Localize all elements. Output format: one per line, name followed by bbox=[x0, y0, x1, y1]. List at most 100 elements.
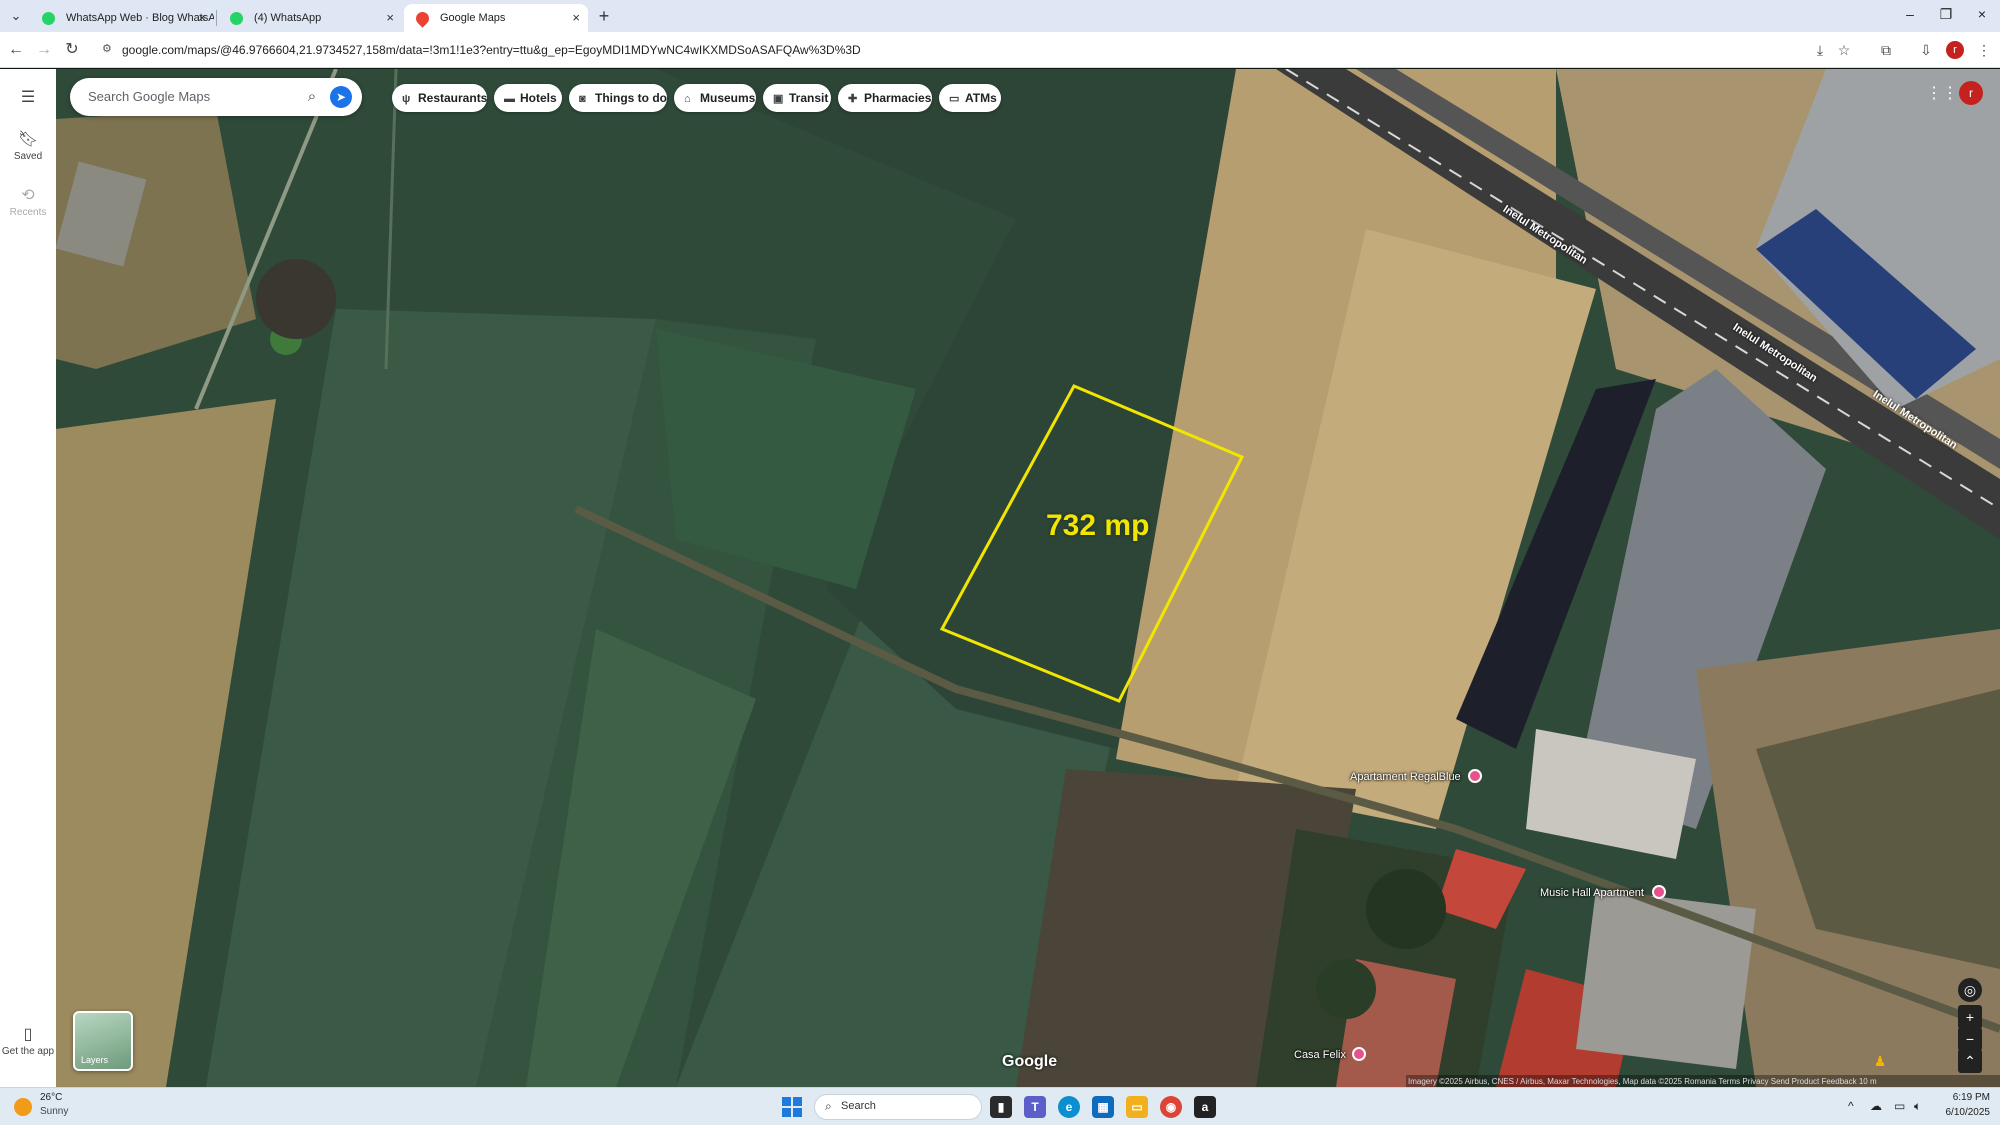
chip-transit[interactable]: ▣ Transit bbox=[763, 84, 831, 112]
get-app-button[interactable]: ▯ Get the app bbox=[0, 1024, 56, 1057]
google-apps-icon[interactable]: ⋮⋮ bbox=[1926, 83, 1958, 103]
browser-toolbar: ← → ↻ ⚙ google.com/maps/@46.9766604,21.9… bbox=[0, 32, 2000, 68]
close-tab-icon[interactable]: × bbox=[386, 4, 394, 32]
saved-label: Saved bbox=[13, 151, 43, 162]
chip-label: Hotels bbox=[520, 91, 557, 105]
tab-divider bbox=[216, 10, 217, 26]
taskbar-search-label: Search bbox=[841, 1100, 876, 1112]
menu-hamburger-icon[interactable]: ☰ bbox=[0, 87, 56, 109]
plot-area-label: 732 mp bbox=[1046, 509, 1150, 542]
whatsapp-icon bbox=[230, 12, 243, 25]
layers-label: Layers bbox=[81, 1055, 109, 1065]
poi-label: Casa Felix bbox=[1294, 1049, 1346, 1061]
get-app-label: Get the app bbox=[1, 1046, 55, 1057]
search-icon[interactable]: ⌕ bbox=[302, 87, 322, 107]
store-icon[interactable]: ▦ bbox=[1092, 1096, 1114, 1118]
tab-whatsapp[interactable]: (4) WhatsApp × bbox=[218, 4, 402, 32]
whatsapp-icon bbox=[42, 12, 55, 25]
tray-chevron-icon[interactable]: ^ bbox=[1848, 1099, 1854, 1113]
extensions-icon[interactable]: ⧉ bbox=[1876, 40, 1896, 60]
edge-icon[interactable]: e bbox=[1058, 1096, 1080, 1118]
directions-icon[interactable]: ➤ bbox=[330, 86, 352, 108]
weather-temp: 26°C bbox=[40, 1092, 63, 1103]
address-bar[interactable]: ⚙ google.com/maps/@46.9766604,21.9734527… bbox=[92, 36, 1818, 64]
network-icon[interactable]: ☁ bbox=[1870, 1099, 1882, 1113]
my-location-icon[interactable]: ◎ bbox=[1958, 978, 1982, 1002]
tab-google-maps[interactable]: Google Maps × bbox=[404, 4, 588, 32]
pegman-icon[interactable]: ♟ bbox=[1868, 1049, 1892, 1073]
map-canvas[interactable]: 732 mp Inelul Metropolitan Inelul Metrop… bbox=[56, 69, 2000, 1087]
amazon-icon[interactable]: a bbox=[1194, 1096, 1216, 1118]
downloads-icon[interactable]: ⇩ bbox=[1916, 40, 1936, 60]
tab-search-chevron-icon[interactable]: ⌄ bbox=[6, 6, 26, 26]
hotel-pin-icon[interactable] bbox=[1468, 769, 1482, 783]
tab-whatsapp-blog[interactable]: WhatsApp Web · Blog WhatsAp × bbox=[30, 4, 214, 32]
browser-tab-strip: ⌄ WhatsApp Web · Blog WhatsAp × (4) What… bbox=[0, 0, 2000, 32]
taskbar-search[interactable]: ⌕ Search bbox=[814, 1094, 982, 1120]
new-tab-button[interactable]: + bbox=[592, 4, 616, 28]
chip-hotels[interactable]: ▬ Hotels bbox=[494, 84, 562, 112]
teams-icon[interactable]: T bbox=[1024, 1096, 1046, 1118]
tab-title: Google Maps bbox=[440, 12, 506, 24]
chip-label: Restaurants bbox=[418, 91, 488, 105]
saved-button[interactable]: 🔖︎ Saved bbox=[0, 129, 56, 162]
chip-atms[interactable]: ▭ ATMs bbox=[939, 84, 1001, 112]
maps-side-rail: ☰ 🔖︎ Saved ⟲ Recents ▯ Get the app bbox=[0, 69, 56, 1087]
forward-arrow-icon[interactable]: → bbox=[34, 40, 54, 60]
chip-museums[interactable]: ⌂ Museums bbox=[674, 84, 756, 112]
zoom-out-button[interactable]: − bbox=[1958, 1027, 1982, 1051]
layers-button[interactable]: Layers bbox=[73, 1011, 133, 1071]
windows-start-icon[interactable] bbox=[782, 1097, 802, 1117]
hotel-pin-icon[interactable] bbox=[1652, 885, 1666, 899]
more-menu-icon[interactable]: ⋮ bbox=[1974, 40, 1994, 60]
satellite-imagery bbox=[56, 69, 2000, 1087]
search-input[interactable]: Search Google Maps bbox=[88, 78, 210, 116]
bookmark-star-icon[interactable]: ☆ bbox=[1834, 40, 1854, 60]
recents-label: Recents bbox=[9, 207, 47, 218]
restore-icon[interactable]: ❐ bbox=[1936, 6, 1956, 23]
chip-restaurants[interactable]: ψ Restaurants bbox=[392, 84, 487, 112]
hotel-pin-icon[interactable] bbox=[1352, 1047, 1366, 1061]
file-explorer-icon[interactable]: ▭ bbox=[1126, 1096, 1148, 1118]
task-view-icon[interactable]: ▮ bbox=[990, 1096, 1012, 1118]
chip-pharmacies[interactable]: ✚ Pharmacies bbox=[838, 84, 932, 112]
chip-things-to-do[interactable]: ◙ Things to do bbox=[569, 84, 667, 112]
windows-taskbar: 26°C Sunny ⌕ Search ▮ T e ▦ ▭ ◉ a ^ ☁ ▭ … bbox=[0, 1087, 2000, 1125]
display-icon[interactable]: ▭ bbox=[1894, 1099, 1905, 1113]
poi-music-hall-apartment[interactable]: Music Hall Apartment bbox=[1540, 887, 1644, 899]
install-app-icon[interactable]: ⤓ bbox=[1810, 40, 1830, 60]
chrome-icon[interactable]: ◉ bbox=[1160, 1096, 1182, 1118]
poi-casa-felix[interactable]: Casa Felix bbox=[1294, 1049, 1346, 1061]
maps-pin-icon bbox=[413, 9, 432, 28]
volume-icon[interactable]: 🔈︎ bbox=[1914, 1099, 1921, 1114]
chip-label: Things to do bbox=[595, 91, 667, 105]
weather-desc: Sunny bbox=[40, 1106, 69, 1117]
google-logo: Google bbox=[1002, 1053, 1058, 1070]
pharmacy-icon: ✚ bbox=[848, 93, 858, 105]
search-box[interactable]: Search Google Maps ⌕ ➤ bbox=[70, 78, 362, 116]
phone-icon: ▯ bbox=[23, 1026, 33, 1043]
clock-time[interactable]: 6:19 PM bbox=[1940, 1092, 1990, 1103]
clock-date[interactable]: 6/10/2025 bbox=[1930, 1107, 1991, 1118]
zoom-in-button[interactable]: + bbox=[1958, 1005, 1982, 1029]
poi-label: Apartament RegalBlue bbox=[1350, 771, 1461, 783]
museum-icon: ⌂ bbox=[684, 93, 691, 105]
close-tab-icon[interactable]: × bbox=[198, 4, 206, 32]
profile-avatar[interactable]: r bbox=[1946, 41, 1964, 59]
search-icon: ⌕ bbox=[825, 1099, 832, 1113]
back-arrow-icon[interactable]: ← bbox=[6, 40, 26, 60]
account-avatar[interactable]: r bbox=[1959, 81, 1983, 105]
bus-icon: ▣ bbox=[773, 93, 784, 105]
reload-icon[interactable]: ↻ bbox=[62, 40, 82, 60]
chip-label: Museums bbox=[700, 91, 756, 105]
bookmark-icon: 🔖︎ bbox=[17, 131, 39, 148]
recents-button[interactable]: ⟲ Recents bbox=[0, 185, 56, 218]
poi-apartament-regalblue[interactable]: Apartament RegalBlue bbox=[1350, 771, 1461, 783]
close-tab-icon[interactable]: × bbox=[572, 4, 580, 32]
close-window-icon[interactable]: × bbox=[1972, 6, 1992, 22]
site-info-icon[interactable]: ⚙ bbox=[102, 42, 116, 56]
expand-icon[interactable]: ⌃ bbox=[1958, 1049, 1982, 1073]
chip-label: Pharmacies bbox=[864, 91, 932, 105]
minimize-icon[interactable]: – bbox=[1900, 6, 1920, 22]
sun-icon[interactable] bbox=[14, 1098, 32, 1116]
